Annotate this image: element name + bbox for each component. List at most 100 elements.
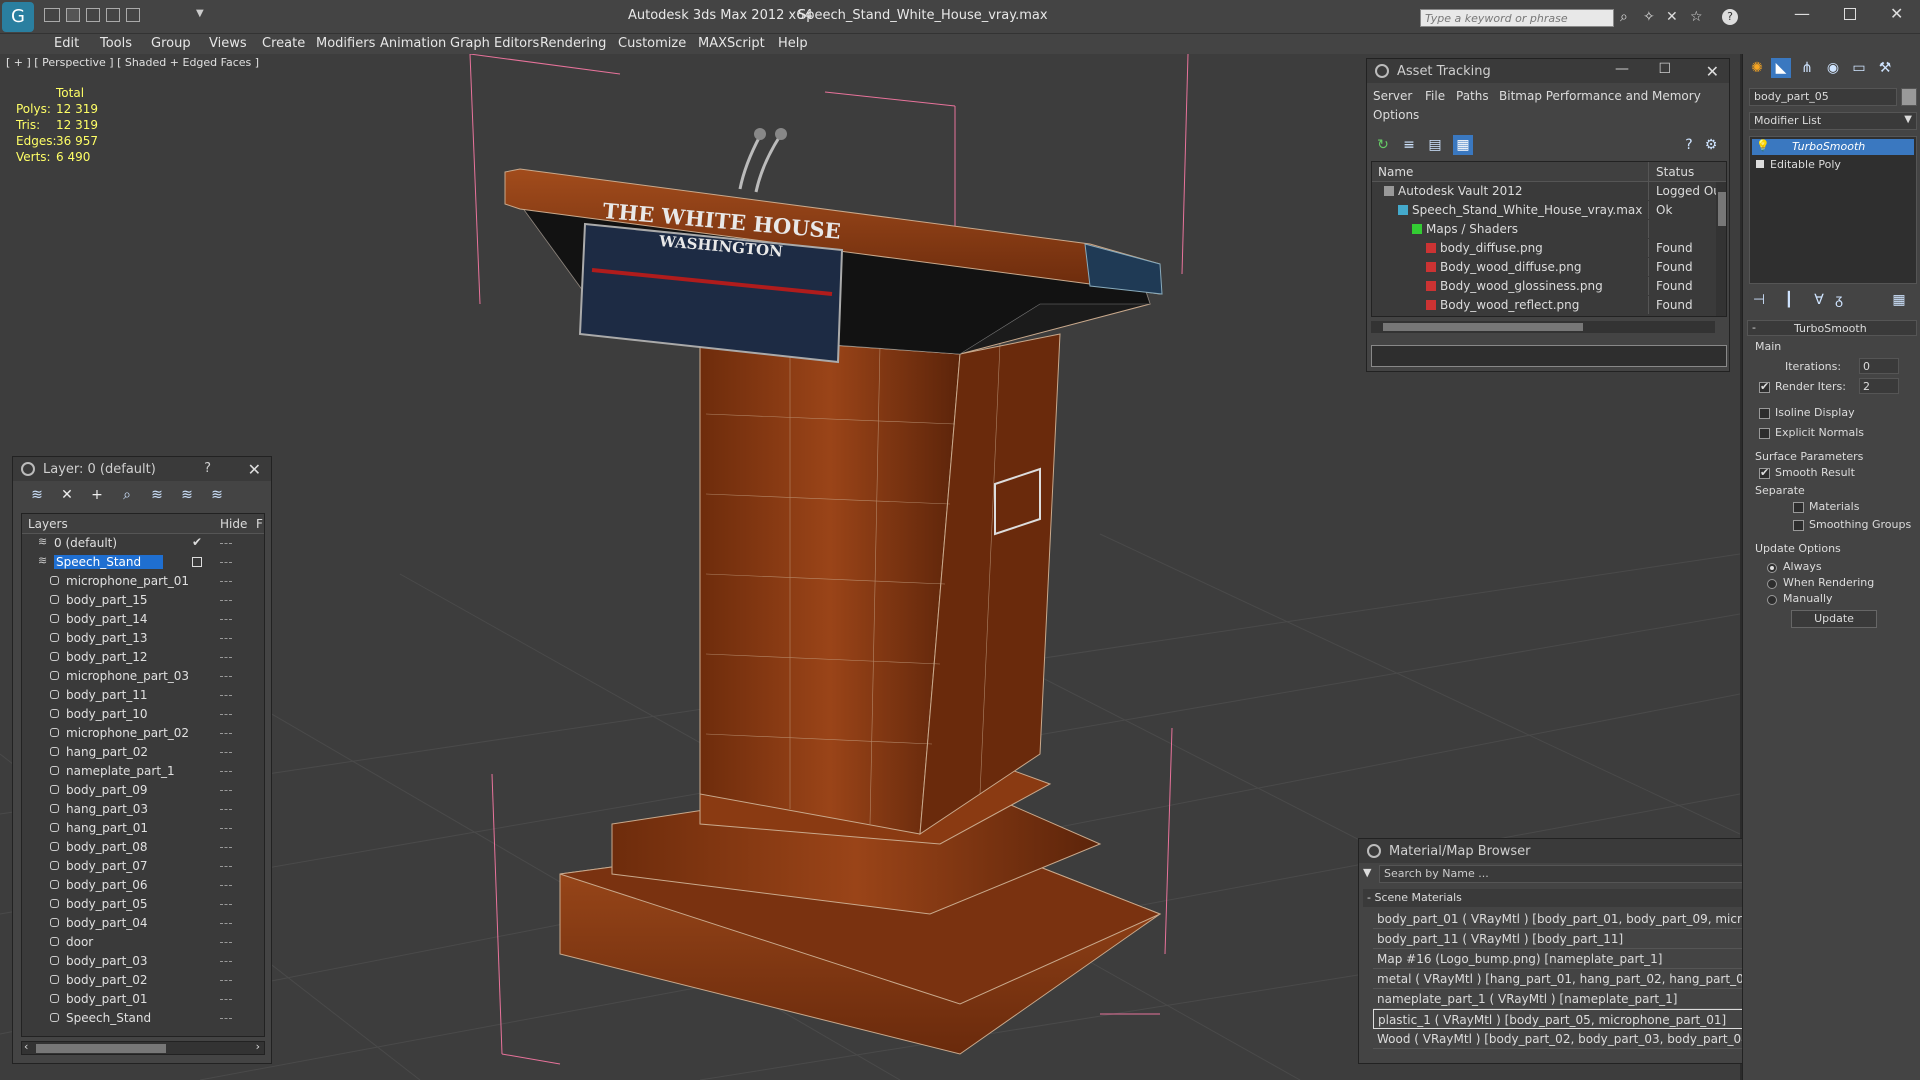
explicit-normals-checkbox[interactable] [1759,426,1776,440]
menu-group[interactable]: Group [151,36,191,51]
select-objects-icon[interactable]: ⌕ [117,485,137,505]
layer-row[interactable]: door [22,933,264,952]
viewport-label[interactable]: [ + ] [ Perspective ] [ Shaded + Edged F… [6,56,259,69]
add-to-layer-icon[interactable]: + [87,485,107,505]
hide-all-icon[interactable]: ≋ [177,485,197,505]
detail-view-icon[interactable]: ▤ [1425,135,1445,155]
hide-toggle[interactable] [220,543,232,544]
col-hide[interactable]: Hide [220,517,247,531]
layer-row[interactable]: body_part_05 [22,895,264,914]
menu-rendering[interactable]: Rendering [540,36,606,51]
asset-vscroll-thumb[interactable] [1718,192,1726,226]
asset-hscroll-thumb[interactable] [1383,323,1583,331]
stack-item-editable-poly[interactable]: Editable Poly [1752,157,1914,173]
hide-toggle[interactable] [220,980,232,981]
rollout-header[interactable]: - TurboSmooth [1747,320,1917,336]
remove-modifier-icon[interactable]: ᵹ [1829,290,1849,310]
help-icon[interactable]: ? [1722,9,1738,25]
refresh-icon[interactable]: ↻ [1373,135,1393,155]
asset-menu-options[interactable]: Options [1373,108,1419,122]
smooth-result-checkbox[interactable] [1759,466,1776,480]
list-view-icon[interactable]: ≡ [1399,135,1419,155]
show-end-result-icon[interactable]: ┃ [1779,290,1799,310]
layer-row[interactable]: body_part_02 [22,971,264,990]
layer-row[interactable]: hang_part_02 [22,743,264,762]
make-unique-icon[interactable]: ∀ [1809,290,1829,310]
iterations-spinner[interactable]: 0 [1859,358,1899,374]
search-box[interactable]: Type a keyword or phrase [1420,9,1614,27]
hide-toggle[interactable] [220,714,232,715]
layer-row[interactable]: body_part_01 [22,990,264,1009]
hide-toggle[interactable] [220,562,232,563]
hide-toggle[interactable] [220,885,232,886]
asset-close-icon[interactable]: ✕ [1706,62,1719,81]
render-iters-checkbox[interactable] [1759,380,1776,394]
binoculars-icon[interactable]: ⌕ [1620,9,1628,25]
asset-menu-paths[interactable]: Paths [1456,89,1489,103]
smoothing-groups-checkbox[interactable] [1793,518,1810,532]
asset-row[interactable]: Maps / Shaders [1372,220,1716,239]
layer-row[interactable]: ≋ 0 (default) ✔ [22,534,264,553]
render-iters-spinner[interactable]: 2 [1859,378,1899,394]
layer-row[interactable]: body_part_10 [22,705,264,724]
close-window-icon[interactable]: ✕ [1890,4,1903,23]
asset-tracking-titlebar[interactable]: Asset Tracking — ☐ ✕ [1367,59,1729,83]
asset-maximize-icon[interactable]: ☐ [1658,61,1671,77]
menu-maxscript[interactable]: MAXScript [698,36,765,51]
lightbulb-icon[interactable]: 💡 [1756,139,1770,152]
hide-toggle[interactable] [220,904,232,905]
layer-row[interactable]: body_part_13 [22,629,264,648]
dropdown-arrow-icon[interactable]: ▼ [196,8,204,19]
col-freeze[interactable]: F [256,517,263,531]
project-icon[interactable] [126,8,140,22]
hide-toggle[interactable] [220,942,232,943]
layer-row[interactable]: microphone_part_01 [22,572,264,591]
create-tab-icon[interactable]: ✺ [1747,58,1767,78]
asset-minimize-icon[interactable]: — [1615,61,1629,77]
create-layer-icon[interactable]: ≋ [27,485,47,505]
asset-row[interactable]: Body_wood_reflect.png Found [1372,296,1716,315]
app-logo-icon[interactable]: G [2,2,34,32]
asset-col-name[interactable]: Name [1378,165,1413,179]
modifier-list-dropdown[interactable]: Modifier List ▼ [1749,112,1917,130]
asset-row[interactable]: body_diffuse.png Found [1372,239,1716,258]
hide-toggle[interactable] [220,1018,232,1019]
hide-toggle[interactable] [220,790,232,791]
materials-checkbox[interactable] [1793,500,1810,514]
layer-row[interactable]: body_part_14 [22,610,264,629]
menu-edit[interactable]: Edit [54,36,79,51]
asset-row[interactable]: Autodesk Vault 2012 Logged Ou [1372,182,1716,201]
layer-row[interactable]: body_part_08 [22,838,264,857]
manually-radio[interactable] [1767,592,1783,606]
scroll-right-icon[interactable]: › [256,1040,260,1053]
menu-graph-editors[interactable]: Graph Editors [450,36,539,51]
object-name-field[interactable]: body_part_05 [1749,88,1897,106]
asset-menu-bitmap[interactable]: Bitmap Performance and Memory [1499,89,1701,103]
active-layer-check-icon[interactable]: ✔ [192,535,202,549]
hide-toggle[interactable] [220,752,232,753]
hide-toggle[interactable] [220,638,232,639]
configure-sets-icon[interactable]: ▦ [1889,290,1909,310]
current-layer-checkbox[interactable] [192,557,202,567]
scroll-thumb[interactable] [36,1044,166,1053]
layer-close-icon[interactable]: ✕ [248,460,261,479]
utilities-tab-icon[interactable]: ⚒ [1875,58,1895,78]
asset-menu-file[interactable]: File [1425,89,1445,103]
asset-settings-icon[interactable]: ⚙ [1701,135,1721,155]
layer-row[interactable]: hang_part_01 [22,819,264,838]
save-icon[interactable] [66,8,80,22]
material-options-icon[interactable]: ▼ [1363,866,1371,879]
display-tab-icon[interactable]: ▭ [1849,58,1869,78]
layer-row[interactable]: body_part_15 [22,591,264,610]
menu-views[interactable]: Views [209,36,247,51]
layer-row[interactable]: ≋ Speech_Stand [22,553,264,572]
layer-help-button[interactable]: ? [204,461,211,476]
when-rendering-radio[interactable] [1767,576,1783,590]
layer-row[interactable]: nameplate_part_1 [22,762,264,781]
asset-menu-server[interactable]: Server [1373,89,1412,103]
favorites-icon[interactable]: ☆ [1690,9,1703,25]
modify-tab-icon[interactable]: ◣ [1771,58,1791,78]
menu-help[interactable]: Help [778,36,808,51]
motion-tab-icon[interactable]: ◉ [1823,58,1843,78]
open-file-icon[interactable] [44,8,60,22]
